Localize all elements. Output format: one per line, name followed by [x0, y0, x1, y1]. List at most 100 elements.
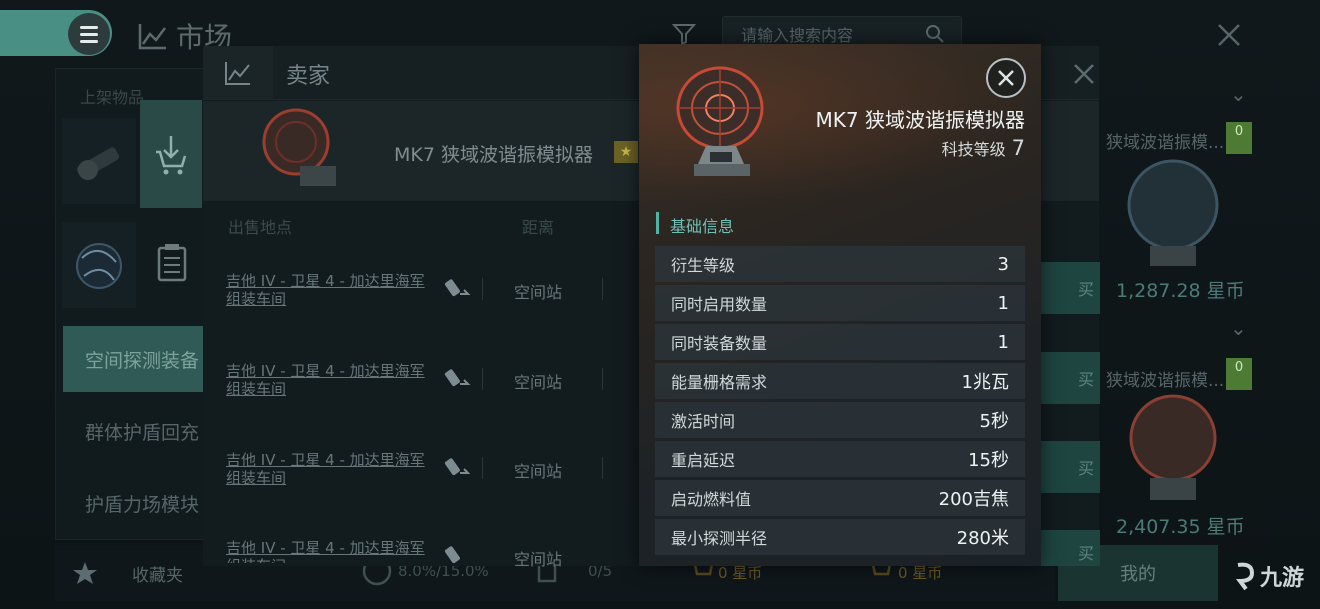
site-watermark: 九游	[1232, 560, 1304, 592]
favorites-button[interactable]: 收藏夹	[72, 560, 183, 586]
item-thumbnail[interactable]	[62, 222, 136, 308]
buy-label: 买	[1077, 370, 1094, 389]
stat-label: 衍生等级	[671, 256, 736, 275]
seller-tab[interactable]	[203, 46, 273, 100]
stat-row: 最小探测半径 280米	[655, 519, 1025, 555]
category-item-group-shield[interactable]: 群体护盾回充	[63, 398, 203, 464]
list-item-button[interactable]	[140, 100, 202, 208]
item-price: 1,287.28 星币	[1116, 280, 1245, 302]
ship-route-icon[interactable]	[442, 366, 472, 392]
star-icon	[73, 562, 97, 584]
ship-route-icon[interactable]	[442, 455, 472, 481]
station-type: 空间站	[514, 283, 563, 302]
stat-row: 启动燃料值 200吉焦	[655, 480, 1025, 516]
item-price: 2,407.35 星币	[1116, 516, 1245, 538]
stat-label: 同时启用数量	[671, 295, 768, 314]
buy-button[interactable]: 买	[1040, 441, 1100, 493]
menu-button[interactable]	[68, 13, 110, 55]
stat-value: 1	[997, 292, 1009, 314]
stat-value: 1兆瓦	[961, 372, 1009, 393]
listed-items-header: 上架物品	[80, 88, 145, 107]
stat-value: 3	[997, 253, 1009, 275]
divider	[482, 457, 483, 479]
buy-label: 买	[1077, 544, 1094, 563]
watermark-logo-icon	[1236, 562, 1255, 591]
divider	[602, 457, 603, 479]
divider	[482, 278, 483, 300]
buy-button[interactable]: 买	[1040, 530, 1100, 566]
column-location: 出售地点	[228, 218, 293, 237]
stat-value: 5秒	[979, 411, 1009, 432]
category-label: 护盾力场模块	[85, 493, 200, 516]
seller-title: 卖家	[286, 64, 331, 89]
stat-label: 最小探测半径	[671, 529, 768, 548]
clipboard-icon[interactable]	[140, 224, 202, 302]
station-type: 空间站	[514, 550, 563, 569]
stat-row: 同时装备数量 1	[655, 324, 1025, 360]
divider	[602, 278, 603, 300]
stat-value: 15秒	[968, 450, 1009, 471]
detail-item-name: MK7 狭域波谐振模拟器	[815, 108, 1025, 132]
chevron-down-icon[interactable]: ⌄	[1230, 82, 1247, 106]
product-image	[262, 108, 336, 186]
chart-icon	[225, 62, 250, 85]
stat-label: 能量栅格需求	[671, 373, 768, 392]
filter-icon[interactable]	[672, 22, 696, 46]
download-cart-icon	[156, 136, 187, 175]
listing-location-link[interactable]: 吉他 IV - 卫星 4 - 加达里海军 组装车间	[226, 362, 436, 398]
market-close-icon[interactable]	[1214, 20, 1244, 50]
ship-route-icon[interactable]	[442, 276, 472, 302]
stat-value: 200吉焦	[938, 489, 1009, 510]
buy-label: 买	[1077, 280, 1094, 299]
section-accent	[656, 212, 659, 234]
listing-location-link[interactable]: 吉他 IV - 卫星 4 - 加达里海军 组装车间	[226, 272, 436, 308]
stat-value: 1	[997, 331, 1009, 353]
item-image[interactable]	[1108, 388, 1238, 518]
stat-row: 激活时间 5秒	[655, 402, 1025, 438]
stat-label: 激活时间	[671, 412, 736, 431]
stat-label: 重启延迟	[671, 451, 736, 470]
detail-close-button[interactable]	[986, 58, 1026, 98]
star-icon: ★	[614, 141, 638, 163]
ship-route-icon[interactable]	[442, 543, 472, 569]
buy-button[interactable]: 买	[1040, 352, 1100, 404]
chevron-down-icon[interactable]: ⌄	[1230, 316, 1247, 340]
basic-info-title: 基础信息	[670, 217, 735, 236]
stat-row: 同时启用数量 1	[655, 285, 1025, 321]
seller-close-icon[interactable]	[1070, 60, 1098, 88]
category-label: 空间探测装备	[85, 349, 200, 372]
station-type: 空间站	[514, 373, 563, 392]
stat-label: 启动燃料值	[671, 490, 752, 509]
listing-location-link[interactable]: 吉他 IV - 卫星 4 - 加达里海军 组装车间	[226, 539, 436, 563]
stat-value: 280米	[956, 528, 1009, 549]
item-thumbnail[interactable]	[62, 118, 136, 204]
search-icon[interactable]	[925, 24, 945, 44]
favorites-label: 收藏夹	[132, 565, 183, 586]
item-image[interactable]	[1108, 150, 1238, 280]
watermark-text: 九游	[1260, 566, 1305, 591]
listing-location-link[interactable]: 吉他 IV - 卫星 4 - 加达里海军 组装车间	[226, 451, 436, 487]
hamburger-icon	[80, 25, 98, 29]
mine-label: 我的	[1120, 564, 1156, 585]
station-type: 空间站	[514, 462, 563, 481]
quantity-badge: 0	[1226, 358, 1252, 390]
buy-button[interactable]: 买	[1040, 262, 1100, 314]
product-name: MK7 狭域波谐振模拟器	[394, 144, 593, 166]
stat-row: 衍生等级 3	[655, 246, 1025, 282]
search-placeholder: 请输入搜索内容	[741, 26, 854, 45]
column-distance: 距离	[522, 218, 555, 237]
buy-label: 买	[1077, 459, 1094, 478]
divider	[482, 368, 483, 390]
divider	[602, 368, 603, 390]
tech-level: 科技等级 7	[639, 136, 1025, 160]
category-label: 群体护盾回充	[85, 421, 200, 444]
tech-level-value: 7	[1011, 136, 1025, 160]
stat-row: 能量栅格需求 1兆瓦	[655, 363, 1025, 399]
tech-level-label: 科技等级	[941, 140, 1006, 159]
category-item-space-probe[interactable]: 空间探测装备	[63, 326, 203, 392]
close-icon	[998, 70, 1014, 86]
stat-row: 重启延迟 15秒	[655, 441, 1025, 477]
category-item-shield-field[interactable]: 护盾力场模块	[63, 470, 203, 536]
stat-label: 同时装备数量	[671, 334, 768, 353]
chart-icon	[138, 24, 166, 50]
